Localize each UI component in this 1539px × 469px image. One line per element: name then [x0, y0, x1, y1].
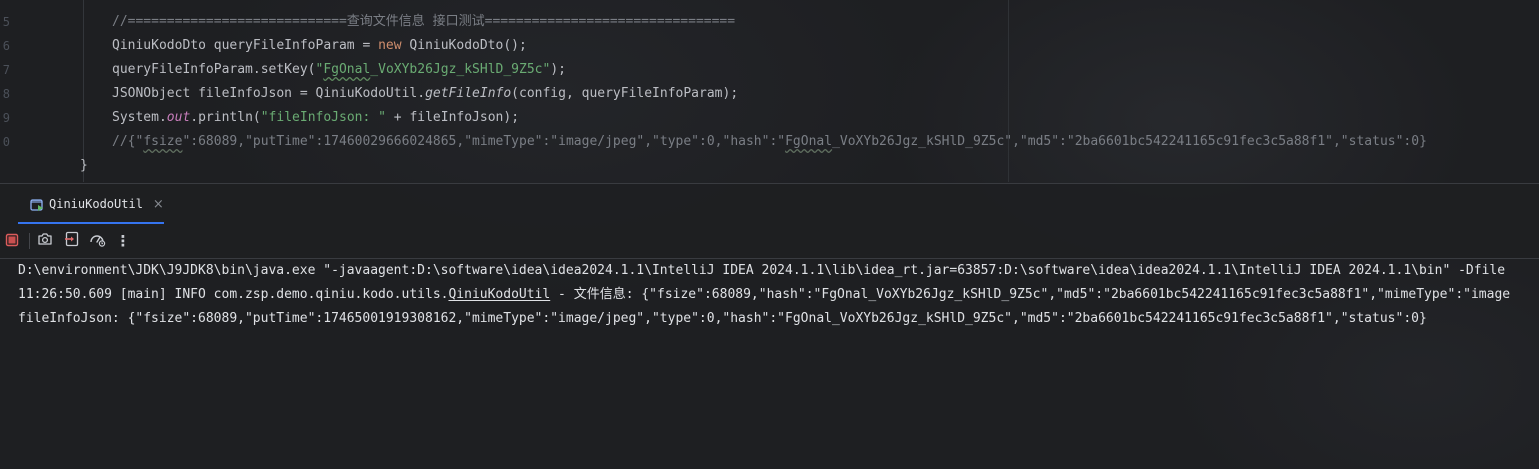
code-line-println: System.out.println("fileInfoJson: " + fi…	[112, 106, 519, 130]
static-field-token: out	[166, 110, 191, 125]
static-method-token: getFileInfo	[425, 86, 512, 101]
close-icon[interactable]: ×	[153, 197, 164, 212]
comment-token: _VoXYb26Jgz_kSHlD_9Z5c","md5":"2ba6601bc…	[832, 134, 1427, 149]
line-number: 5	[2, 15, 10, 29]
typo-comment-token: fsize	[143, 134, 183, 149]
stop-button[interactable]	[2, 231, 22, 251]
line-number: 6	[2, 39, 10, 53]
typo-string-token: FgOnal	[323, 62, 371, 77]
line-number: 0	[2, 135, 10, 149]
restore-layout-icon	[64, 231, 80, 251]
code-token: QiniuKodoDto();	[401, 38, 527, 53]
code-token: + fileInfoJson);	[385, 110, 520, 125]
toolbar-separator	[29, 233, 30, 249]
profiler-button[interactable]	[87, 231, 107, 251]
console-text: 11:26:50.609 [main] INFO com.zsp.demo.qi…	[18, 287, 449, 302]
console-output[interactable]: D:\environment\JDK\J9JDK8\bin\java.exe "…	[0, 259, 1539, 469]
class-link[interactable]: QiniuKodoUtil	[448, 287, 550, 302]
run-tab-label: QiniuKodoUtil	[49, 197, 143, 211]
code-line-getfileinfo: JSONObject fileInfoJson = QiniuKodoUtil.…	[112, 82, 738, 106]
run-tool-window-header: QiniuKodoUtil ×	[0, 183, 1539, 224]
more-options-button[interactable]: ⋮	[113, 231, 133, 251]
line-number: 8	[2, 87, 10, 101]
code-line-comment-json: //{"fsize":68089,"putTime":1746002966602…	[112, 130, 1427, 154]
restore-layout-button[interactable]	[62, 231, 82, 251]
run-config-icon	[30, 197, 44, 211]
run-toolbar: ⋮	[0, 224, 1539, 259]
code-token: queryFileInfoParam.setKey(	[112, 62, 316, 77]
console-line-command: D:\environment\JDK\J9JDK8\bin\java.exe "…	[18, 263, 1506, 278]
code-line-comment: //============================查询文件信息 接口测…	[112, 14, 736, 29]
code-token: .println(	[190, 110, 261, 125]
ide-window: 5 6 7 8 9 0 //==========================…	[0, 0, 1539, 469]
console-text: - 文件信息: {"fsize":68089,"hash":"FgOnal_Vo…	[550, 287, 1511, 302]
code-token: System.	[112, 110, 167, 125]
run-tab[interactable]: QiniuKodoUtil ×	[18, 184, 172, 224]
code-line-setkey: queryFileInfoParam.setKey("FgOnal_VoXYb2…	[112, 58, 566, 82]
code-line-declaration: QiniuKodoDto queryFileInfoParam = new Qi…	[112, 34, 527, 58]
more-icon: ⋮	[115, 232, 131, 250]
comment-token: ":68089,"putTime":17460029666024865,"mim…	[182, 134, 786, 149]
keyword-token: new	[378, 38, 402, 53]
console-line-output: fileInfoJson: {"fsize":68089,"putTime":1…	[18, 311, 1427, 326]
line-number: 9	[2, 111, 10, 125]
code-editor[interactable]: 5 6 7 8 9 0 //==========================…	[0, 0, 1539, 182]
code-token: );	[550, 62, 566, 77]
comment-token: //{"	[112, 134, 144, 149]
string-token: "fileInfoJson: "	[260, 110, 386, 125]
code-token: (config, queryFileInfoParam);	[511, 86, 739, 101]
stop-icon	[5, 232, 19, 251]
camera-icon	[37, 231, 53, 251]
code-token: JSONObject fileInfoJson = QiniuKodoUtil.	[112, 86, 426, 101]
line-number-gutter: 5 6 7 8 9 0	[0, 0, 14, 182]
string-token: _VoXYb26Jgz_kSHlD_9Z5c"	[370, 62, 551, 77]
performance-icon	[89, 231, 106, 251]
code-token: QiniuKodoDto queryFileInfoParam =	[112, 38, 379, 53]
right-margin-guide	[1008, 0, 1009, 182]
line-number: 7	[2, 63, 10, 77]
code-line-closing-brace: }	[80, 158, 88, 173]
typo-comment-token: FgOnal	[785, 134, 833, 149]
dump-threads-button[interactable]	[35, 231, 55, 251]
console-line-log: 11:26:50.609 [main] INFO com.zsp.demo.qi…	[18, 283, 1510, 307]
